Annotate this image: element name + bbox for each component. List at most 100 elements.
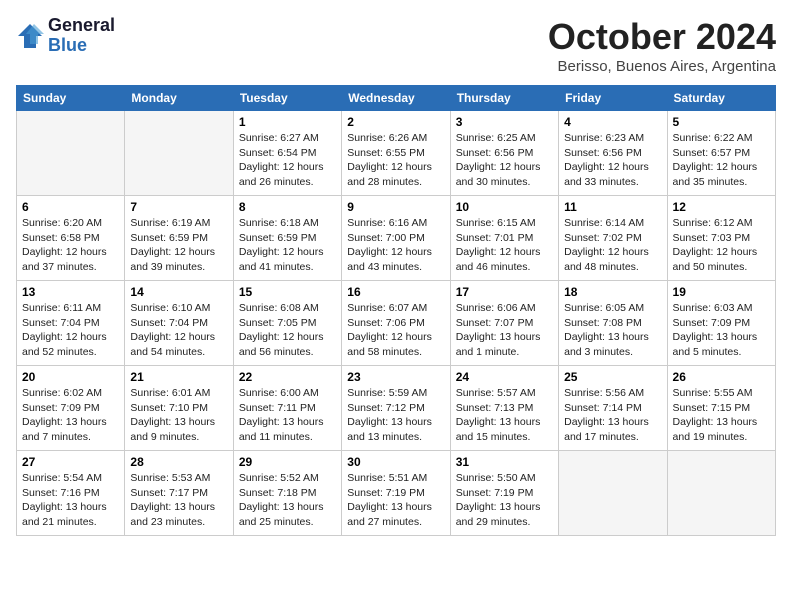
day-header-friday: Friday — [559, 86, 667, 111]
cell-content: Sunrise: 6:12 AMSunset: 7:03 PMDaylight:… — [673, 216, 770, 275]
calendar-cell: 12 Sunrise: 6:12 AMSunset: 7:03 PMDayligh… — [667, 196, 775, 281]
day-number: 12 — [673, 200, 770, 214]
cell-content: Sunrise: 6:25 AMSunset: 6:56 PMDaylight:… — [456, 131, 553, 190]
week-row-5: 27 Sunrise: 5:54 AMSunset: 7:16 PMDayligh… — [17, 451, 776, 536]
cell-content: Sunrise: 5:50 AMSunset: 7:19 PMDaylight:… — [456, 471, 553, 530]
calendar-cell: 1Sunrise: 6:27 AMSunset: 6:54 PMDaylight… — [233, 111, 341, 196]
calendar-cell: 24 Sunrise: 5:57 AMSunset: 7:13 PMDayligh… — [450, 366, 558, 451]
calendar-cell: 27 Sunrise: 5:54 AMSunset: 7:16 PMDayligh… — [17, 451, 125, 536]
cell-content: Sunrise: 6:10 AMSunset: 7:04 PMDaylight:… — [130, 301, 227, 360]
calendar-cell — [125, 111, 233, 196]
day-header-tuesday: Tuesday — [233, 86, 341, 111]
title-block: October 2024 Berisso, Buenos Aires, Arge… — [548, 16, 776, 75]
calendar-cell: 13Sunrise: 6:11 AMSunset: 7:04 PMDayligh… — [17, 281, 125, 366]
cell-content: Sunrise: 5:55 AMSunset: 7:15 PMDaylight:… — [673, 386, 770, 445]
day-number: 17 — [456, 285, 553, 299]
cell-content: Sunrise: 5:57 AMSunset: 7:13 PMDaylight:… — [456, 386, 553, 445]
day-number: 22 — [239, 370, 336, 384]
calendar-cell: 15 Sunrise: 6:08 AMSunset: 7:05 PMDayligh… — [233, 281, 341, 366]
day-number: 31 — [456, 455, 553, 469]
calendar-cell: 11 Sunrise: 6:14 AMSunset: 7:02 PMDayligh… — [559, 196, 667, 281]
logo: General Blue — [16, 16, 115, 56]
week-row-2: 6 Sunrise: 6:20 AMSunset: 6:58 PMDaylight… — [17, 196, 776, 281]
day-number: 6 — [22, 200, 119, 214]
calendar-cell: 20 Sunrise: 6:02 AMSunset: 7:09 PMDayligh… — [17, 366, 125, 451]
cell-content: Sunrise: 6:26 AMSunset: 6:55 PMDaylight:… — [347, 131, 444, 190]
calendar-cell: 17 Sunrise: 6:06 AMSunset: 7:07 PMDayligh… — [450, 281, 558, 366]
day-number: 30 — [347, 455, 444, 469]
location-subtitle: Berisso, Buenos Aires, Argentina — [548, 58, 776, 75]
calendar-header-row: SundayMondayTuesdayWednesdayThursdayFrid… — [17, 86, 776, 111]
day-header-monday: Monday — [125, 86, 233, 111]
day-number: 24 — [456, 370, 553, 384]
cell-content: Sunrise: 6:19 AMSunset: 6:59 PMDaylight:… — [130, 216, 227, 275]
day-number: 3 — [456, 115, 553, 129]
day-number: 16 — [347, 285, 444, 299]
cell-content: Sunrise: 6:22 AMSunset: 6:57 PMDaylight:… — [673, 131, 770, 190]
calendar-cell: 2Sunrise: 6:26 AMSunset: 6:55 PMDaylight… — [342, 111, 450, 196]
page-header: General Blue October 2024 Berisso, Bueno… — [16, 16, 776, 75]
cell-content: Sunrise: 6:16 AMSunset: 7:00 PMDaylight:… — [347, 216, 444, 275]
day-number: 5 — [673, 115, 770, 129]
cell-content: Sunrise: 6:14 AMSunset: 7:02 PMDaylight:… — [564, 216, 661, 275]
cell-content: Sunrise: 6:15 AMSunset: 7:01 PMDaylight:… — [456, 216, 553, 275]
cell-content: Sunrise: 6:08 AMSunset: 7:05 PMDaylight:… — [239, 301, 336, 360]
cell-content: Sunrise: 6:07 AMSunset: 7:06 PMDaylight:… — [347, 301, 444, 360]
cell-content: Sunrise: 6:18 AMSunset: 6:59 PMDaylight:… — [239, 216, 336, 275]
cell-content: Sunrise: 6:05 AMSunset: 7:08 PMDaylight:… — [564, 301, 661, 360]
day-header-wednesday: Wednesday — [342, 86, 450, 111]
calendar-cell — [17, 111, 125, 196]
cell-content: Sunrise: 5:52 AMSunset: 7:18 PMDaylight:… — [239, 471, 336, 530]
day-number: 20 — [22, 370, 119, 384]
week-row-1: 1Sunrise: 6:27 AMSunset: 6:54 PMDaylight… — [17, 111, 776, 196]
day-number: 27 — [22, 455, 119, 469]
calendar-cell: 21Sunrise: 6:01 AMSunset: 7:10 PMDayligh… — [125, 366, 233, 451]
calendar-cell: 28 Sunrise: 5:53 AMSunset: 7:17 PMDayligh… — [125, 451, 233, 536]
day-number: 26 — [673, 370, 770, 384]
cell-content: Sunrise: 5:51 AMSunset: 7:19 PMDaylight:… — [347, 471, 444, 530]
calendar-cell: 5 Sunrise: 6:22 AMSunset: 6:57 PMDaylight… — [667, 111, 775, 196]
cell-content: Sunrise: 5:53 AMSunset: 7:17 PMDaylight:… — [130, 471, 227, 530]
calendar-cell: 6 Sunrise: 6:20 AMSunset: 6:58 PMDaylight… — [17, 196, 125, 281]
day-number: 10 — [456, 200, 553, 214]
cell-content: Sunrise: 5:54 AMSunset: 7:16 PMDaylight:… — [22, 471, 119, 530]
day-number: 11 — [564, 200, 661, 214]
cell-content: Sunrise: 5:56 AMSunset: 7:14 PMDaylight:… — [564, 386, 661, 445]
calendar-cell: 7Sunrise: 6:19 AMSunset: 6:59 PMDaylight… — [125, 196, 233, 281]
calendar-cell: 30 Sunrise: 5:51 AMSunset: 7:19 PMDayligh… — [342, 451, 450, 536]
cell-content: Sunrise: 6:03 AMSunset: 7:09 PMDaylight:… — [673, 301, 770, 360]
calendar-cell: 16 Sunrise: 6:07 AMSunset: 7:06 PMDayligh… — [342, 281, 450, 366]
cell-content: Sunrise: 6:20 AMSunset: 6:58 PMDaylight:… — [22, 216, 119, 275]
cell-content: Sunrise: 5:59 AMSunset: 7:12 PMDaylight:… — [347, 386, 444, 445]
cell-content: Sunrise: 6:06 AMSunset: 7:07 PMDaylight:… — [456, 301, 553, 360]
calendar-cell — [667, 451, 775, 536]
cell-content: Sunrise: 6:23 AMSunset: 6:56 PMDaylight:… — [564, 131, 661, 190]
calendar-cell: 4Sunrise: 6:23 AMSunset: 6:56 PMDaylight… — [559, 111, 667, 196]
day-header-sunday: Sunday — [17, 86, 125, 111]
calendar-cell: 10 Sunrise: 6:15 AMSunset: 7:01 PMDayligh… — [450, 196, 558, 281]
day-number: 15 — [239, 285, 336, 299]
calendar-cell: 19Sunrise: 6:03 AMSunset: 7:09 PMDayligh… — [667, 281, 775, 366]
day-number: 29 — [239, 455, 336, 469]
calendar-cell: 3 Sunrise: 6:25 AMSunset: 6:56 PMDaylight… — [450, 111, 558, 196]
day-number: 9 — [347, 200, 444, 214]
calendar-cell: 22 Sunrise: 6:00 AMSunset: 7:11 PMDayligh… — [233, 366, 341, 451]
day-header-saturday: Saturday — [667, 86, 775, 111]
day-number: 28 — [130, 455, 227, 469]
month-title: October 2024 — [548, 16, 776, 58]
cell-content: Sunrise: 6:00 AMSunset: 7:11 PMDaylight:… — [239, 386, 336, 445]
logo-text: General Blue — [48, 16, 115, 56]
logo-blue: Blue — [48, 36, 115, 56]
calendar-cell: 31 Sunrise: 5:50 AMSunset: 7:19 PMDayligh… — [450, 451, 558, 536]
calendar-cell: 14Sunrise: 6:10 AMSunset: 7:04 PMDayligh… — [125, 281, 233, 366]
calendar-cell: 29 Sunrise: 5:52 AMSunset: 7:18 PMDayligh… — [233, 451, 341, 536]
calendar-cell: 9 Sunrise: 6:16 AMSunset: 7:00 PMDaylight… — [342, 196, 450, 281]
logo-general: General — [48, 16, 115, 36]
day-number: 21 — [130, 370, 227, 384]
calendar-cell: 18Sunrise: 6:05 AMSunset: 7:08 PMDayligh… — [559, 281, 667, 366]
calendar-cell: 23Sunrise: 5:59 AMSunset: 7:12 PMDayligh… — [342, 366, 450, 451]
cell-content: Sunrise: 6:11 AMSunset: 7:04 PMDaylight:… — [22, 301, 119, 360]
week-row-4: 20 Sunrise: 6:02 AMSunset: 7:09 PMDayligh… — [17, 366, 776, 451]
calendar-cell — [559, 451, 667, 536]
cell-content: Sunrise: 6:02 AMSunset: 7:09 PMDaylight:… — [22, 386, 119, 445]
